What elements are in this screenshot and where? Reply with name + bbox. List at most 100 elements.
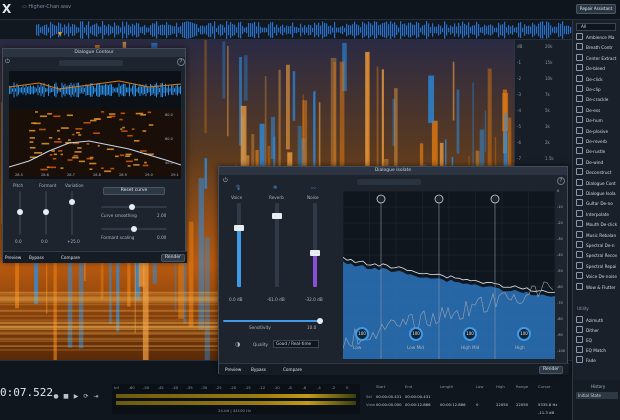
module-item[interactable]: Interpolate: [576, 209, 620, 220]
history-item[interactable]: Initial State: [576, 392, 618, 399]
help-icon[interactable]: ?: [557, 177, 565, 185]
quality-dropdown[interactable]: Good / Real-time: [273, 340, 319, 348]
file-tab[interactable]: ▭ Higher-Chan.wav: [22, 4, 71, 10]
render-button[interactable]: Render: [161, 254, 185, 262]
preset-dropdown[interactable]: [59, 60, 123, 66]
module-item[interactable]: Dialogue Cont: [576, 178, 620, 189]
formant-scaling-knob[interactable]: [131, 226, 137, 232]
compare-button[interactable]: Compare: [61, 255, 80, 260]
db-axis-label: -10: [557, 205, 563, 209]
channel-fader-fill: [237, 226, 241, 287]
channel-fader-handle[interactable]: [272, 212, 282, 219]
formant-scaling-value: 0.00: [157, 235, 167, 240]
power-icon[interactable]: ⏻: [223, 177, 228, 185]
utility-item[interactable]: EQ Match: [576, 346, 620, 356]
module-label: De-click: [586, 76, 603, 82]
module-item[interactable]: De-reverb: [576, 137, 620, 147]
module-item[interactable]: Breath Contr: [576, 43, 620, 53]
module-item[interactable]: De-rustle: [576, 147, 620, 157]
ruler-hz-tick: 15k: [545, 60, 553, 65]
utility-item[interactable]: Azimuth: [576, 316, 620, 326]
sel-row-label: Sel: [366, 394, 372, 399]
module-item[interactable]: Gultar De-no: [576, 199, 620, 209]
module-item[interactable]: Ambience Ma: [576, 33, 620, 43]
module-filter-dropdown[interactable]: All: [576, 23, 616, 31]
module-item[interactable]: De-hum: [576, 116, 620, 126]
power-icon[interactable]: ⏻: [5, 58, 13, 66]
ruler-hz-tick: 20k: [545, 44, 553, 49]
slider-knob[interactable]: [17, 209, 23, 215]
curve-smoothing-label: Curve smoothing: [101, 213, 137, 218]
time-axis-label: 29.1: [171, 173, 179, 177]
contour-graph[interactable]: [9, 71, 181, 179]
channel-fader-handle[interactable]: [310, 249, 320, 256]
module-item[interactable]: Voice De-noise: [576, 272, 620, 282]
channel-icon: 🎙: [235, 185, 242, 191]
pitch-axis-label: 60.0: [165, 137, 173, 141]
loop-icon[interactable]: ⟳: [82, 393, 90, 401]
module-item[interactable]: De-clip: [576, 85, 620, 95]
meter-scale-label: -12: [259, 385, 266, 390]
time-axis-label: 28.6: [41, 173, 49, 177]
meter-scale-label: -30: [201, 385, 208, 390]
module-item[interactable]: De-bleed: [576, 64, 620, 74]
module-item[interactable]: Spectral De-n: [576, 241, 620, 251]
utility-item[interactable]: EQ: [576, 336, 620, 346]
band-knob[interactable]: 100: [409, 327, 423, 341]
sensitivity-knob[interactable]: [317, 318, 323, 324]
slider-knob[interactable]: [69, 199, 75, 205]
module-icon: [576, 220, 583, 228]
record-icon[interactable]: ●: [52, 393, 60, 401]
module-item[interactable]: Spectral Recov: [576, 251, 620, 261]
sensitivity-slider[interactable]: [223, 320, 323, 322]
module-item[interactable]: Spectral Repai: [576, 261, 620, 272]
compare-button[interactable]: Compare: [283, 367, 302, 372]
dialogue-contour-dialog: Dialogue Contour ⏻ ? Reset curve Curve s…: [2, 48, 187, 263]
module-item[interactable]: Deconstruct: [576, 168, 620, 178]
play-icon[interactable]: ▶: [72, 393, 80, 401]
channel-fader-handle[interactable]: [234, 224, 244, 231]
bypass-button[interactable]: Bypass: [251, 367, 266, 372]
module-item[interactable]: Mouth De-click: [576, 220, 620, 230]
module-icon: [576, 336, 583, 343]
module-item[interactable]: Center Extract: [576, 53, 620, 64]
reset-curve-button[interactable]: Reset curve: [103, 187, 165, 195]
slider-knob[interactable]: [43, 209, 49, 215]
utility-item[interactable]: Fade: [576, 356, 620, 366]
preset-dropdown[interactable]: [357, 179, 421, 185]
preview-button[interactable]: Preview: [5, 255, 21, 260]
view-row-label: View: [366, 402, 376, 407]
band-knob[interactable]: 100: [463, 327, 477, 341]
module-item[interactable]: Dialogue Isola: [576, 189, 620, 199]
curve-smoothing-knob[interactable]: [129, 204, 135, 210]
module-item[interactable]: De-plosive: [576, 126, 620, 137]
vertical-slider-track[interactable]: [71, 191, 73, 235]
module-item[interactable]: De-wind: [576, 157, 620, 168]
stop-icon[interactable]: ■: [62, 393, 70, 401]
repair-assistant-button[interactable]: Repair Assistant: [576, 4, 616, 14]
view-value: 22050: [496, 402, 509, 407]
utility-item[interactable]: Dither: [576, 326, 620, 336]
module-item[interactable]: De-click: [576, 74, 620, 85]
module-label: Mouth De-click: [586, 222, 618, 228]
module-item[interactable]: Music Rebalan: [576, 230, 620, 241]
module-item[interactable]: Wow & Flutter: [576, 282, 620, 293]
module-item[interactable]: De-crackle: [576, 95, 620, 105]
meter-scale-label: -10: [273, 385, 280, 390]
band-knob[interactable]: 100: [517, 327, 531, 341]
top-bar: X ▭ Higher-Chan.wav Repair Assistant: [0, 0, 620, 20]
utility-section-label: Utility: [577, 306, 589, 311]
module-item[interactable]: De-ess: [576, 105, 620, 116]
render-button[interactable]: Render: [539, 366, 563, 374]
bypass-button[interactable]: Bypass: [29, 255, 44, 260]
module-icon: [576, 189, 583, 196]
meter-scale-label: -25: [215, 385, 222, 390]
band-knob[interactable]: 100: [355, 327, 369, 341]
selection-value: 00:00:00.431: [376, 394, 402, 399]
overview-waveform[interactable]: [0, 20, 572, 40]
help-icon[interactable]: ?: [177, 58, 185, 66]
selection-header: Cursor: [538, 384, 551, 389]
skip-icon[interactable]: ⇥: [92, 393, 100, 401]
preview-button[interactable]: Preview: [225, 367, 241, 372]
ruler-db-tick: -7: [517, 156, 521, 161]
